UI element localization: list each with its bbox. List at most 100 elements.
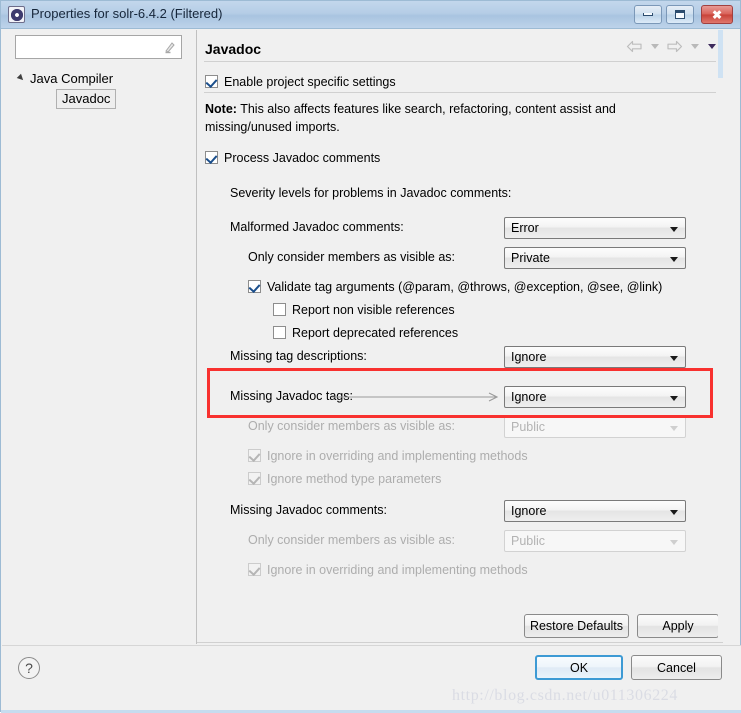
report-deprecated-row[interactable]: Report deprecated references [197, 323, 723, 345]
maximize-button[interactable] [666, 5, 694, 24]
chevron-down-icon [670, 540, 678, 545]
minimize-icon [643, 13, 653, 16]
report-deprecated-label: Report deprecated references [292, 326, 459, 340]
missing-javadoc-tags-dropdown[interactable]: Ignore [504, 386, 686, 408]
malformed-visibility-value: Private [511, 251, 550, 265]
title-bar: Properties for solr-6.4.2 (Filtered) ✖ [1, 1, 740, 29]
tags-ignore-overriding-checkbox [248, 449, 261, 462]
process-javadoc-row[interactable]: Process Javadoc comments [197, 148, 723, 170]
tags-visibility-value: Public [511, 420, 546, 434]
content-scrollbar-thumb[interactable] [718, 30, 723, 78]
tree-item-label: Java Compiler [30, 70, 114, 86]
tags-visibility-label: Only consider members as visible as: [248, 419, 456, 433]
expand-arrow-icon[interactable] [16, 72, 28, 84]
close-icon: ✖ [711, 7, 723, 22]
comments-visibility-value: Public [511, 534, 546, 548]
tags-ignore-type-parameters-row: Ignore method type parameters [197, 469, 723, 491]
missing-tag-descriptions-value: Ignore [511, 350, 547, 364]
page-menu-chevron-down-icon[interactable] [705, 38, 718, 54]
tags-ignore-overriding-row: Ignore in overriding and implementing me… [197, 446, 723, 468]
footer-divider [2, 645, 741, 646]
content-scrollbar-track[interactable] [718, 30, 723, 642]
content-bottom-divider [197, 642, 723, 643]
comments-ignore-overriding-label: Ignore in overriding and implementing me… [267, 563, 528, 577]
filter-box[interactable] [15, 35, 182, 59]
malformed-visibility-row: Only consider members as visible as: Pri… [197, 247, 723, 269]
comments-visibility-label: Only consider members as visible as: [248, 533, 456, 547]
cancel-button[interactable]: Cancel [631, 655, 722, 680]
process-javadoc-label: Process Javadoc comments [224, 151, 381, 165]
forward-arrow-icon[interactable] [665, 38, 684, 54]
chevron-down-icon [670, 356, 678, 361]
chevron-down-icon [670, 426, 678, 431]
malformed-javadoc-dropdown[interactable]: Error [504, 217, 686, 239]
report-non-visible-row[interactable]: Report non visible references [197, 300, 723, 322]
missing-javadoc-comments-dropdown[interactable]: Ignore [504, 500, 686, 522]
question-mark-icon[interactable]: ? [18, 657, 40, 679]
properties-dialog: Properties for solr-6.4.2 (Filtered) ✖ J… [0, 0, 741, 713]
restore-defaults-button[interactable]: Restore Defaults [524, 614, 629, 638]
section-divider [204, 92, 716, 93]
page-navigation [625, 38, 718, 54]
ok-button[interactable]: OK [535, 655, 623, 680]
report-non-visible-checkbox[interactable] [273, 303, 286, 316]
severity-heading-row: Severity levels for problems in Javadoc … [197, 183, 723, 205]
note-label: Note: [205, 102, 237, 116]
tags-visibility-row: Only consider members as visible as: Pub… [197, 416, 723, 438]
back-arrow-icon[interactable] [625, 38, 644, 54]
tags-ignore-overriding-label: Ignore in overriding and implementing me… [267, 449, 528, 463]
clear-filter-icon[interactable] [162, 40, 177, 55]
back-history-chevron-down-icon[interactable] [648, 38, 661, 54]
app-icon [8, 6, 25, 23]
close-button[interactable]: ✖ [701, 5, 733, 24]
javadoc-settings-page: Javadoc Enable project specific settings [197, 30, 723, 644]
missing-javadoc-comments-value: Ignore [511, 504, 547, 518]
severity-heading-label: Severity levels for problems in Javadoc … [230, 186, 512, 200]
window-title: Properties for solr-6.4.2 (Filtered) [31, 6, 223, 21]
malformed-visibility-dropdown[interactable]: Private [504, 247, 686, 269]
tree-item-label: Javadoc [56, 89, 117, 109]
chevron-down-icon [670, 227, 678, 232]
missing-tag-descriptions-label: Missing tag descriptions: [230, 349, 367, 363]
tags-visibility-dropdown: Public [504, 416, 686, 438]
minimize-button[interactable] [634, 5, 662, 24]
process-javadoc-checkbox[interactable] [205, 151, 218, 164]
comments-visibility-row: Only consider members as visible as: Pub… [197, 530, 723, 552]
malformed-visibility-label: Only consider members as visible as: [248, 250, 456, 264]
missing-tag-descriptions-dropdown[interactable]: Ignore [504, 346, 686, 368]
pointer-arrow-icon [332, 392, 499, 402]
validate-tag-arguments-checkbox[interactable] [248, 280, 261, 293]
note-text: Note: This also affects features like se… [205, 100, 650, 136]
maximize-icon [675, 10, 685, 19]
malformed-javadoc-row: Malformed Javadoc comments: Error [197, 217, 723, 239]
note-body: This also affects features like search, … [205, 102, 616, 134]
missing-tag-descriptions-row: Missing tag descriptions: Ignore [197, 346, 723, 368]
header-divider [204, 61, 716, 62]
report-deprecated-checkbox[interactable] [273, 326, 286, 339]
comments-ignore-overriding-checkbox [248, 563, 261, 576]
enable-project-specific-label: Enable project specific settings [224, 75, 396, 89]
watermark-text: http://blog.csdn.net/u011306224 [452, 687, 678, 704]
chevron-down-icon [670, 396, 678, 401]
filter-input[interactable] [19, 39, 157, 55]
page-title: Javadoc [205, 41, 262, 57]
enable-project-specific-row[interactable]: Enable project specific settings [197, 72, 723, 94]
malformed-javadoc-label: Malformed Javadoc comments: [230, 220, 404, 234]
comments-ignore-overriding-row: Ignore in overriding and implementing me… [197, 560, 723, 582]
apply-button[interactable]: Apply [637, 614, 719, 638]
tree-item-javadoc[interactable]: Javadoc [16, 88, 191, 110]
tree-item-java-compiler[interactable]: Java Compiler [16, 68, 191, 88]
validate-tag-arguments-row[interactable]: Validate tag arguments (@param, @throws,… [197, 277, 723, 299]
chevron-down-icon [670, 257, 678, 262]
settings-tree: Java Compiler Javadoc [16, 68, 191, 110]
forward-history-chevron-down-icon[interactable] [688, 38, 701, 54]
missing-javadoc-comments-label: Missing Javadoc comments: [230, 503, 388, 517]
tags-ignore-type-parameters-label: Ignore method type parameters [267, 472, 442, 486]
report-non-visible-label: Report non visible references [292, 303, 455, 317]
enable-project-specific-checkbox[interactable] [205, 75, 218, 88]
missing-javadoc-tags-value: Ignore [511, 390, 547, 404]
comments-visibility-dropdown: Public [504, 530, 686, 552]
malformed-javadoc-value: Error [511, 221, 539, 235]
chevron-down-icon [670, 510, 678, 515]
settings-tree-panel: Java Compiler Javadoc [2, 30, 196, 644]
